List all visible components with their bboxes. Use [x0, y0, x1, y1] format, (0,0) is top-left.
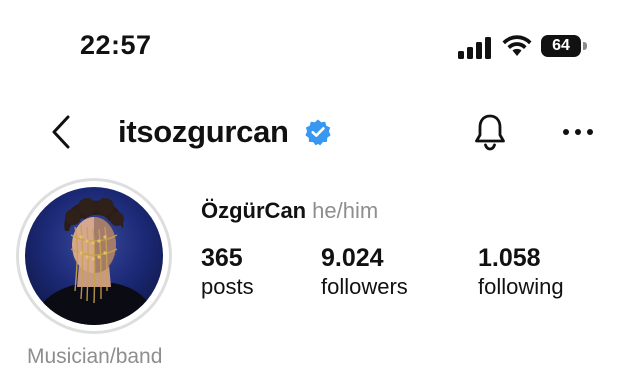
pronouns: he/him — [312, 198, 379, 223]
avatar-ring[interactable] — [16, 178, 172, 334]
followers-label: followers — [321, 274, 408, 299]
stat-followers[interactable]: 9.024 followers — [321, 243, 408, 301]
display-name-row: ÖzgürCan he/him — [201, 198, 378, 224]
profile-header: itsozgurcan — [0, 100, 640, 164]
following-label: following — [478, 274, 564, 299]
profile-category: Musician/band — [27, 345, 163, 368]
avatar[interactable] — [25, 187, 163, 325]
stat-following[interactable]: 1.058 following — [478, 243, 564, 301]
wifi-icon — [502, 35, 532, 56]
avatar-photo — [33, 198, 157, 325]
verified-badge-icon — [305, 119, 331, 146]
more-options-button[interactable] — [562, 122, 594, 142]
status-time: 22:57 — [80, 30, 152, 60]
posts-label: posts — [201, 274, 254, 299]
following-count: 1.058 — [478, 244, 541, 272]
bell-button[interactable] — [472, 112, 508, 152]
back-button[interactable] — [46, 114, 76, 150]
status-bar: 22:57 64 — [0, 0, 640, 90]
battery-level: 64 — [541, 35, 581, 57]
stat-posts: 365 posts — [201, 243, 254, 301]
battery-cap — [583, 42, 587, 50]
username-title: itsozgurcan — [118, 114, 289, 149]
posts-count: 365 — [201, 244, 243, 272]
cellular-signal-icon — [458, 37, 491, 59]
followers-count: 9.024 — [321, 244, 384, 272]
display-name: ÖzgürCan — [201, 198, 307, 223]
battery-indicator: 64 — [541, 35, 589, 59]
